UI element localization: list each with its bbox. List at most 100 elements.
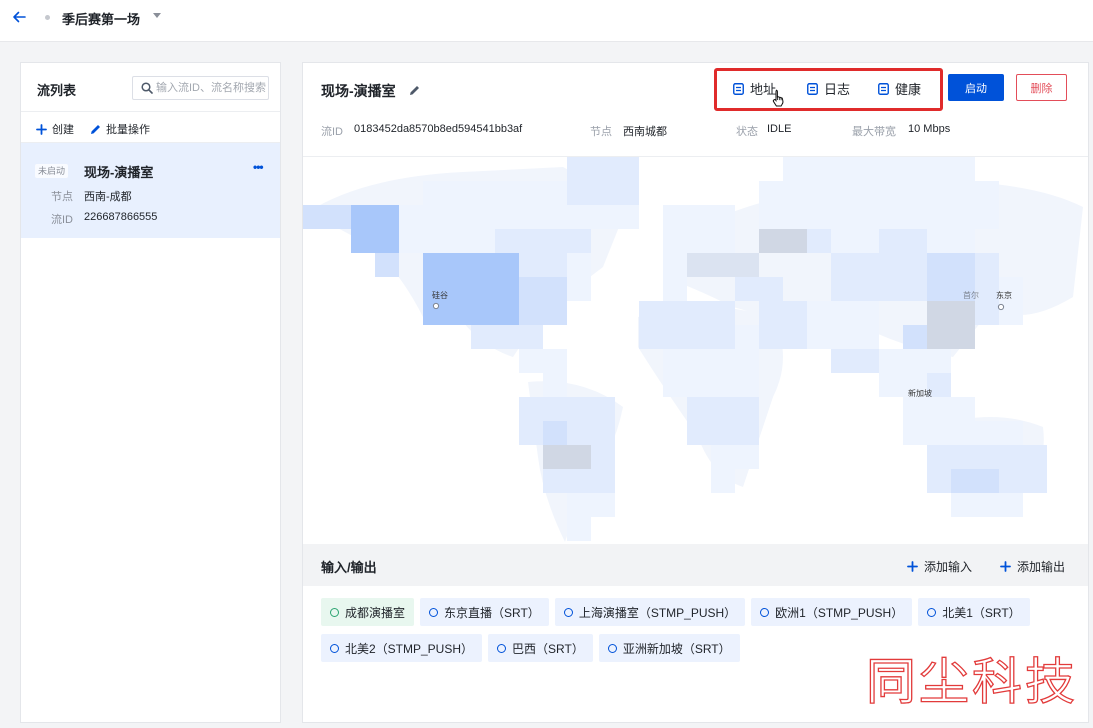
city-label-singapore: 新加坡 [908,388,932,398]
map-tile [663,253,687,301]
io-tag-europe-1[interactable]: 欧洲1（STMP_PUSH） [751,598,913,626]
add-output-label: 添加输出 [1017,560,1066,574]
map-tile [519,277,567,325]
batch-operation-button[interactable]: 批量操作 [90,121,150,137]
map-tile [879,229,927,253]
stream-id-value: 0183452da8570b8ed594541bb3af [354,123,523,135]
map-tile [903,397,975,421]
create-button[interactable]: 创建 [36,121,74,137]
io-section-title: 输入/输出 [321,560,377,575]
io-tag-shanghai-studio[interactable]: 上海演播室（STMP_PUSH） [554,598,746,626]
map-tile [399,205,495,253]
map-tile [567,517,591,541]
map-tile [471,325,543,349]
delete-button[interactable]: 删除 [1016,74,1067,101]
detail-title: 现场-演播室 [321,83,396,99]
io-tag-label: 欧洲1（STMP_PUSH） [775,605,904,620]
io-tag-label: 上海演播室（STMP_PUSH） [578,605,737,620]
city-label-silicon-valley: 硅谷 [432,290,448,300]
map-tile [639,301,735,349]
more-options-icon[interactable]: ••• [253,160,264,174]
stream-id-label: 流ID [51,214,73,226]
document-icon [733,82,744,95]
io-section-header: 输入/输出 添加输入 添加输出 [303,544,1088,586]
city-label-seoul: 首尔 [963,290,979,300]
city-marker[interactable] [997,303,1005,311]
search-box[interactable] [132,76,269,100]
map-tile [927,301,975,349]
map-tile [807,229,831,253]
map-tile [711,445,759,469]
search-input[interactable] [156,77,267,99]
world-map: 硅谷 首尔 东京 新加坡 [303,157,1083,542]
map-tile [735,325,759,349]
health-button[interactable]: 健康 [878,79,921,98]
map-tile [423,253,519,325]
list-item-selected[interactable]: 未启动 现场-演播室 ••• 节点 西南-成都 流ID 226687866555 [21,143,280,238]
map-tile [543,445,591,469]
map-tile [759,229,807,253]
status-dot-icon [45,15,50,20]
map-tile [519,253,567,277]
map-tile [303,205,351,229]
add-input-label: 添加输入 [924,560,973,574]
circle-icon [497,643,507,653]
circle-icon [330,643,339,653]
bandwidth-label: 最大带宽 [852,126,896,138]
arrow-left-icon[interactable] [11,9,27,25]
stream-detail-panel: 现场-演播室 地址 日志 健康 启动 删除 流ID 0183452da8570b… [302,62,1089,723]
circle-icon [563,607,573,617]
plus-icon [907,561,918,572]
log-button[interactable]: 日志 [807,79,850,98]
circle-icon [429,607,439,617]
city-marker[interactable] [432,302,440,310]
map-tile [591,445,615,469]
map-tile [663,205,735,253]
stream-id-value: 226687866555 [84,211,158,223]
circle-icon [607,643,617,653]
divider [21,111,280,112]
io-tag-label: 东京直播（SRT） [444,605,540,620]
stream-name: 现场-演播室 [84,165,154,180]
map-tile [999,277,1023,325]
watermark: 同尘科技 [865,652,1078,711]
start-button[interactable]: 启动 [948,74,1004,101]
map-tile [903,421,1023,445]
add-output-button[interactable]: 添加输出 [1000,558,1065,575]
map-tile [495,229,543,253]
search-icon [141,82,153,94]
map-tile [543,421,567,445]
status-value: IDLE [767,123,792,135]
io-tag-label: 巴西（SRT） [512,641,584,656]
add-input-button[interactable]: 添加输入 [907,558,972,575]
stream-id-label: 流ID [321,126,343,138]
map-tile [807,301,879,349]
address-button[interactable]: 地址 [733,79,776,98]
create-label: 创建 [52,124,74,136]
pencil-icon[interactable] [409,85,420,96]
io-tag-tokyo-live[interactable]: 东京直播（SRT） [420,598,549,626]
map-tile [735,277,783,301]
map-tile [663,349,759,397]
map-tile [375,253,399,277]
map-tile [759,181,999,229]
io-tag-north-america-1[interactable]: 北美1（SRT） [918,598,1030,626]
map-tile [711,469,735,493]
io-tag-asia-singapore[interactable]: 亚洲新加坡（SRT） [598,634,740,662]
map-tile [543,229,591,253]
node-value: 西南城都 [623,126,667,138]
page-title[interactable]: 季后赛第一场 [62,9,140,28]
map-tile [831,349,879,373]
caret-down-icon[interactable] [153,13,161,19]
log-label: 日志 [824,82,851,97]
io-tag-label: 成都演播室 [345,605,406,620]
document-icon [878,82,889,95]
io-tag-chengdu-studio[interactable]: 成都演播室 [321,598,415,626]
map-tile [567,157,639,205]
io-tag-brazil[interactable]: 巴西（SRT） [488,634,593,662]
node-value: 西南-成都 [84,191,132,203]
circle-icon [927,607,937,617]
map-tile [567,493,615,517]
map-tile [975,301,999,325]
io-tag-north-america-2[interactable]: 北美2（STMP_PUSH） [321,634,483,662]
